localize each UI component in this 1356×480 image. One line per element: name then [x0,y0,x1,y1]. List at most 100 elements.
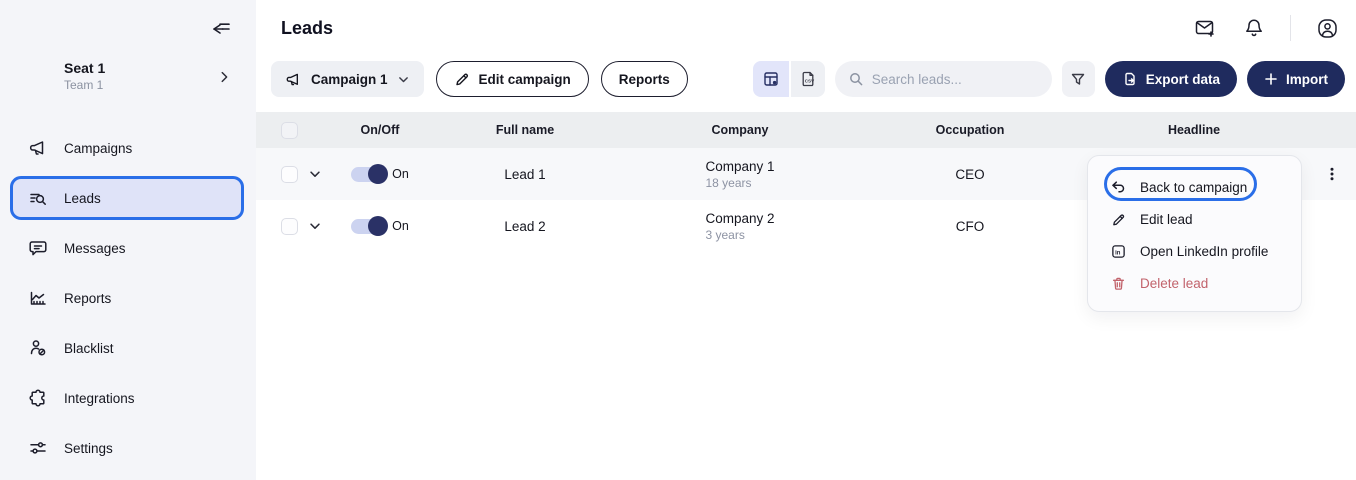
sidebar-item-label: Integrations [64,391,135,406]
page-title: Leads [281,18,333,39]
column-header-headline: Headline [1080,123,1308,137]
sidebar-item-settings[interactable]: Settings [0,423,256,473]
column-header-occupation: Occupation [860,123,1080,137]
plus-icon [1264,72,1278,86]
view-toggle-group: CSV [753,61,825,97]
sidebar-item-label: Campaigns [64,141,132,156]
menu-item-label: Back to campaign [1140,180,1247,195]
toolbar: Campaign 1 Edit campaign Reports [271,61,1345,97]
export-data-label: Export data [1146,72,1220,87]
chevron-down-icon [308,219,322,233]
menu-item-edit-lead[interactable]: Edit lead [1088,203,1301,235]
menu-item-label: Delete lead [1140,276,1208,291]
sidebar-item-label: Settings [64,441,113,456]
chat-bubble-icon [28,238,48,258]
export-data-button[interactable]: Export data [1105,61,1237,97]
filter-button[interactable] [1062,61,1095,97]
pencil-icon [1110,212,1126,227]
lead-on-off-toggle[interactable] [351,167,386,182]
row-actions-context-menu: Back to campaign Edit lead in Open Linke… [1087,155,1302,312]
trash-icon [1110,276,1126,291]
svg-text:in: in [1115,250,1121,256]
import-button[interactable]: Import [1247,61,1345,97]
select-all-checkbox[interactable] [281,122,298,139]
lead-on-off-toggle[interactable] [351,219,386,234]
reports-button[interactable]: Reports [601,61,688,97]
sidebar-item-leads[interactable]: Leads [10,176,244,220]
sidebar: Seat 1 Team 1 Campaigns Leads [0,0,256,480]
sidebar-item-messages[interactable]: Messages [0,223,256,273]
lead-name: Lead 1 [430,167,620,182]
seat-subtitle: Team 1 [64,78,105,92]
column-header-company: Company [620,123,860,137]
sidebar-item-integrations[interactable]: Integrations [0,373,256,423]
row-checkbox[interactable] [281,166,298,183]
expand-row-button[interactable] [300,219,330,233]
menu-item-label: Edit lead [1140,212,1193,227]
search-box [835,61,1052,97]
menu-item-delete-lead[interactable]: Delete lead [1088,267,1301,299]
linkedin-icon: in [1110,244,1126,259]
megaphone-icon [285,71,302,88]
sidebar-item-campaigns[interactable]: Campaigns [0,123,256,173]
sidebar-item-label: Blacklist [64,341,114,356]
undo-arrow-icon [1110,179,1126,195]
table-settings-icon [762,70,780,88]
import-label: Import [1286,72,1328,87]
avatar-icon [1316,17,1339,40]
notifications-button[interactable] [1242,16,1266,40]
bell-icon [1243,17,1265,39]
sidebar-item-label: Reports [64,291,111,306]
campaign-selector[interactable]: Campaign 1 [271,61,424,97]
sliders-icon [28,438,48,458]
new-message-button[interactable] [1193,16,1217,40]
seat-chevron-right-icon[interactable] [217,70,231,84]
csv-view-toggle[interactable]: CSV [789,61,825,97]
company-name: Company 2 [705,211,774,226]
sidebar-item-reports[interactable]: Reports [0,273,256,323]
chevron-down-icon [308,167,322,181]
svg-text:CSV: CSV [804,79,814,84]
reports-button-label: Reports [619,72,670,87]
company-tenure: 3 years [705,228,774,242]
row-checkbox[interactable] [281,218,298,235]
sidebar-nav: Campaigns Leads Messages [0,123,256,473]
sidebar-item-blacklist[interactable]: Blacklist [0,323,256,373]
puzzle-icon [28,388,48,408]
chevron-down-icon [397,73,410,86]
collapse-sidebar-button[interactable] [209,17,233,41]
toggle-knob [368,164,388,184]
topbar-divider [1290,15,1291,41]
menu-item-label: Open LinkedIn profile [1140,244,1268,259]
mail-plus-icon [1193,16,1217,40]
csv-file-icon: CSV [799,70,817,88]
toggle-state-label: On [392,167,409,181]
campaign-selector-label: Campaign 1 [311,72,388,87]
sidebar-item-label: Messages [64,241,126,256]
edit-campaign-button[interactable]: Edit campaign [436,61,589,97]
sidebar-item-label: Leads [64,191,101,206]
occupation-cell: CEO [860,167,1080,182]
company-cell: Company 1 18 years [705,159,774,190]
menu-item-open-linkedin[interactable]: in Open LinkedIn profile [1088,235,1301,267]
funnel-icon [1070,71,1086,87]
seat-selector[interactable]: Seat 1 Team 1 [64,60,105,92]
table-header-row: On/Off Full name Company Occupation Head… [256,112,1356,148]
main-content: Leads [256,0,1356,480]
account-button[interactable] [1315,16,1339,40]
pencil-icon [454,71,470,87]
topbar [1193,0,1356,56]
leads-search-icon [28,188,48,208]
chart-icon [28,288,48,308]
search-input[interactable] [872,72,1032,87]
table-view-toggle[interactable] [753,61,789,97]
megaphone-icon [28,138,48,158]
company-name: Company 1 [705,159,774,174]
menu-item-back-to-campaign[interactable]: Back to campaign [1088,171,1301,203]
edit-campaign-label: Edit campaign [479,72,571,87]
column-header-fullname: Full name [430,123,620,137]
occupation-cell: CFO [860,219,1080,234]
row-actions-menu-button[interactable] [1320,162,1344,186]
export-file-icon [1122,71,1138,87]
expand-row-button[interactable] [300,167,330,181]
